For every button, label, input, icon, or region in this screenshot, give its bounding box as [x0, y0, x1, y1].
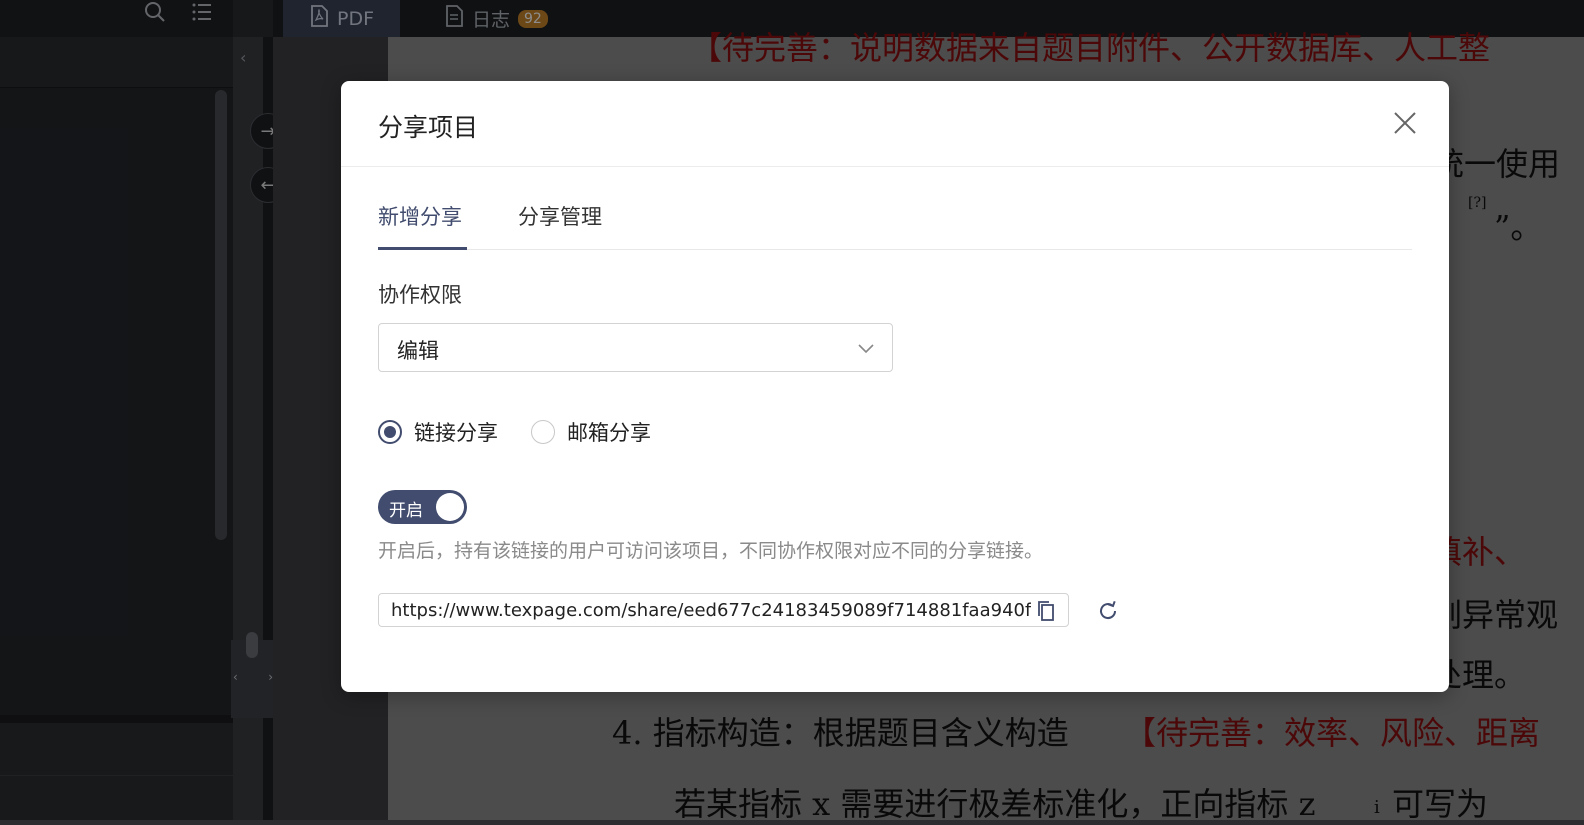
share-hint-text: 开启后，持有该链接的用户可访问该项目，不同协作权限对应不同的分享链接。: [378, 540, 1044, 562]
share-tabs: 新增分享 分享管理: [378, 191, 1412, 250]
radio-email-share-label: 邮箱分享: [567, 421, 651, 445]
close-icon: [1394, 112, 1416, 134]
link-share-toggle[interactable]: 开启: [378, 490, 467, 524]
share-project-dialog: 分享项目 新增分享 分享管理 协作权限 编辑 链接分享 邮箱分享 开启 开启后，…: [341, 81, 1449, 692]
tab-share-management[interactable]: 分享管理: [518, 201, 602, 231]
dialog-title: 分享项目: [378, 113, 479, 142]
share-url-field[interactable]: https://www.texpage.com/share/eed677c241…: [378, 593, 1069, 627]
share-url-text[interactable]: https://www.texpage.com/share/eed677c241…: [391, 600, 1031, 621]
close-button[interactable]: [1391, 109, 1419, 137]
radio-checked-icon[interactable]: [378, 420, 402, 444]
chevron-down-icon: [858, 344, 874, 354]
active-tab-indicator: [378, 247, 467, 250]
permission-label: 协作权限: [378, 283, 462, 307]
copy-icon[interactable]: [1036, 600, 1056, 622]
dialog-header: 分享项目: [341, 81, 1449, 167]
permission-select[interactable]: 编辑: [378, 323, 893, 372]
refresh-link-icon[interactable]: [1096, 599, 1120, 623]
radio-link-share[interactable]: 链接分享: [378, 417, 498, 447]
radio-link-share-label: 链接分享: [414, 421, 498, 445]
toggle-knob: [436, 493, 464, 521]
toggle-label: 开启: [389, 501, 423, 521]
permission-value: 编辑: [397, 339, 439, 363]
radio-unchecked-icon[interactable]: [531, 420, 555, 444]
radio-email-share[interactable]: 邮箱分享: [531, 417, 651, 447]
tab-new-share[interactable]: 新增分享: [378, 201, 462, 231]
